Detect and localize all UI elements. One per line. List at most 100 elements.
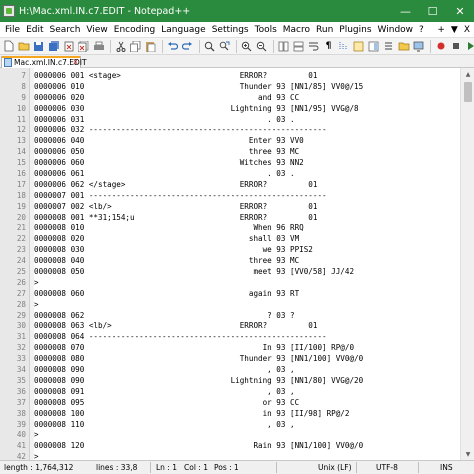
line-text[interactable]: 0000006 030 Lightning 93 [NN1/95] VVG@/8: [34, 104, 359, 115]
redo-icon[interactable]: [181, 40, 194, 53]
line-text[interactable]: 0000008 090 , 03 ,: [34, 365, 295, 376]
line-text[interactable]: 0000006 061 . 03 .: [34, 169, 295, 180]
editor-line[interactable]: 27 0000008 060 again 93 RT: [0, 289, 460, 300]
scroll-down-arrow[interactable]: ▼: [461, 448, 474, 460]
editor-line[interactable]: 19 0000007 002 <lb/> ERROR? 01: [0, 202, 460, 213]
tab-close-button[interactable]: x: [73, 57, 78, 66]
indent-guide-icon[interactable]: [337, 40, 350, 53]
editor-area[interactable]: 7 0000006 001 <stage> ERROR? 01 8 0000006 0…: [0, 68, 474, 460]
scroll-up-arrow[interactable]: ▲: [461, 68, 474, 80]
line-text[interactable]: 0000008 063 <lb/> ERROR? 01: [34, 321, 317, 332]
line-text[interactable]: 0000008 010 When 96 RRQ: [34, 223, 304, 234]
editor-line[interactable]: 15 0000006 060 Witches 93 NN2: [0, 158, 460, 169]
line-text[interactable]: 0000006 062 </stage> ERROR? 01: [34, 180, 317, 191]
line-text[interactable]: 0000008 110 , 03 ,: [34, 420, 295, 431]
menu-tools[interactable]: Tools: [252, 25, 280, 35]
close-document-button[interactable]: X: [464, 25, 470, 35]
menu-settings[interactable]: Settings: [209, 25, 252, 35]
close-all-icon[interactable]: [77, 40, 90, 53]
editor-line[interactable]: 29 0000008 062 ? 03 ?: [0, 311, 460, 322]
line-text[interactable]: 0000008 064 ----------------------------…: [34, 332, 327, 343]
vertical-scrollbar[interactable]: ▲ ▼: [460, 68, 474, 460]
editor-line[interactable]: 32 0000008 070 In 93 [II/100] RP@/0: [0, 343, 460, 354]
line-text[interactable]: 0000007 001 ----------------------------…: [34, 191, 327, 202]
line-text[interactable]: 0000008 080 Thunder 93 [NN1/100] VV0@/0: [34, 354, 363, 365]
editor-line[interactable]: 33 0000008 080 Thunder 93 [NN1/100] VV0@/…: [0, 354, 460, 365]
line-text[interactable]: 0000006 050 three 93 MC: [34, 147, 299, 158]
line-text[interactable]: 0000006 031 . 03 .: [34, 115, 295, 126]
editor-line[interactable]: 18 0000007 001 --------------------------…: [0, 191, 460, 202]
line-text[interactable]: 0000008 120 Rain 93 [NN1/100] VV0@/0: [34, 441, 363, 452]
menu-encoding[interactable]: Encoding: [111, 25, 158, 35]
editor-line[interactable]: 39 0000008 110 , 03 ,: [0, 420, 460, 431]
editor-text[interactable]: 7 0000006 001 <stage> ERROR? 01 8 0000006 0…: [0, 71, 460, 460]
editor-line[interactable]: 14 0000006 050 three 93 MC: [0, 147, 460, 158]
cut-icon[interactable]: [114, 40, 127, 53]
editor-line[interactable]: 34 0000008 090 , 03 ,: [0, 365, 460, 376]
word-wrap-icon[interactable]: [307, 40, 320, 53]
line-text[interactable]: 0000006 032 ----------------------------…: [34, 125, 327, 136]
undo-icon[interactable]: [166, 40, 179, 53]
menu-file[interactable]: File: [2, 25, 23, 35]
editor-line[interactable]: 25 0000008 050 meet 93 [VV0/58] JJ/42: [0, 267, 460, 278]
status-insert-mode[interactable]: INS: [440, 463, 453, 472]
close-window-button[interactable]: ✕: [446, 0, 474, 22]
editor-line[interactable]: 40 >: [0, 430, 460, 441]
editor-line[interactable]: 9 0000006 020 and 93 CC: [0, 93, 460, 104]
editor-line[interactable]: 31 0000008 064 --------------------------…: [0, 332, 460, 343]
open-file-icon[interactable]: [17, 40, 30, 53]
doc-map-icon[interactable]: [367, 40, 380, 53]
line-text[interactable]: 0000006 001 <stage> ERROR? 01: [34, 71, 317, 82]
editor-line[interactable]: 17 0000006 062 </stage> ERROR? 01: [0, 180, 460, 191]
print-icon[interactable]: [92, 40, 105, 53]
close-icon[interactable]: [62, 40, 75, 53]
menu-window[interactable]: Window: [375, 25, 417, 35]
function-list-icon[interactable]: [382, 40, 395, 53]
line-text[interactable]: 0000008 040 three 93 MC: [34, 256, 299, 267]
line-text[interactable]: 0000006 020 and 93 CC: [34, 93, 299, 104]
line-text[interactable]: >: [34, 430, 39, 441]
new-tab-plus-button[interactable]: +: [437, 25, 445, 35]
editor-line[interactable]: 12 0000006 032 --------------------------…: [0, 125, 460, 136]
save-icon[interactable]: [32, 40, 45, 53]
line-text[interactable]: 0000008 020 shall 03 VM: [34, 234, 299, 245]
line-text[interactable]: 0000008 091 , 03 ,: [34, 387, 295, 398]
copy-icon[interactable]: [129, 40, 142, 53]
editor-line[interactable]: 38 0000008 100 in 93 [II/98] RP@/2: [0, 409, 460, 420]
line-text[interactable]: >: [34, 452, 39, 460]
sync-v-icon[interactable]: [277, 40, 290, 53]
menu-help[interactable]: ?: [416, 25, 427, 35]
menu-view[interactable]: View: [83, 25, 110, 35]
line-text[interactable]: 0000006 010 Thunder 93 [NN1/85] VV0@/15: [34, 82, 363, 93]
zoom-in-icon[interactable]: [240, 40, 253, 53]
scrollbar-thumb[interactable]: [464, 82, 472, 102]
paste-icon[interactable]: [144, 40, 157, 53]
line-text[interactable]: 0000008 070 In 93 [II/100] RP@/0: [34, 343, 354, 354]
line-text[interactable]: 0000008 095 or 93 CC: [34, 398, 299, 409]
editor-line[interactable]: 37 0000008 095 or 93 CC: [0, 398, 460, 409]
editor-line[interactable]: 22 0000008 020 shall 03 VM: [0, 234, 460, 245]
editor-line[interactable]: 36 0000008 091 , 03 ,: [0, 387, 460, 398]
editor-line[interactable]: 11 0000006 031 . 03 .: [0, 115, 460, 126]
play-icon[interactable]: [464, 40, 474, 53]
menu-macro[interactable]: Macro: [280, 25, 313, 35]
editor-line[interactable]: 41 0000008 120 Rain 93 [NN1/100] VV0@/0: [0, 441, 460, 452]
status-eol[interactable]: Unix (LF): [318, 463, 352, 472]
all-chars-icon[interactable]: ¶: [322, 40, 335, 53]
editor-line[interactable]: 21 0000008 010 When 96 RRQ: [0, 223, 460, 234]
line-text[interactable]: 0000008 100 in 93 [II/98] RP@/2: [34, 409, 349, 420]
status-encoding[interactable]: UTF-8: [376, 463, 398, 472]
editor-line[interactable]: 7 0000006 001 <stage> ERROR? 01: [0, 71, 460, 82]
editor-line[interactable]: 30 0000008 063 <lb/> ERROR? 01: [0, 321, 460, 332]
editor-line[interactable]: 20 0000008 001 **31;154;u ERROR? 01: [0, 213, 460, 224]
editor-line[interactable]: 10 0000006 030 Lightning 93 [NN1/95] VVG@…: [0, 104, 460, 115]
menu-search[interactable]: Search: [47, 25, 84, 35]
menu-plugins[interactable]: Plugins: [336, 25, 374, 35]
menu-edit[interactable]: Edit: [23, 25, 46, 35]
line-text[interactable]: 0000008 060 again 93 RT: [34, 289, 299, 300]
replace-icon[interactable]: [218, 40, 231, 53]
notepadpp-app-icon[interactable]: [3, 5, 15, 17]
menu-language[interactable]: Language: [158, 25, 208, 35]
line-text[interactable]: 0000006 040 Enter 93 VV0: [34, 136, 304, 147]
line-text[interactable]: 0000008 001 **31;154;u ERROR? 01: [34, 213, 317, 224]
